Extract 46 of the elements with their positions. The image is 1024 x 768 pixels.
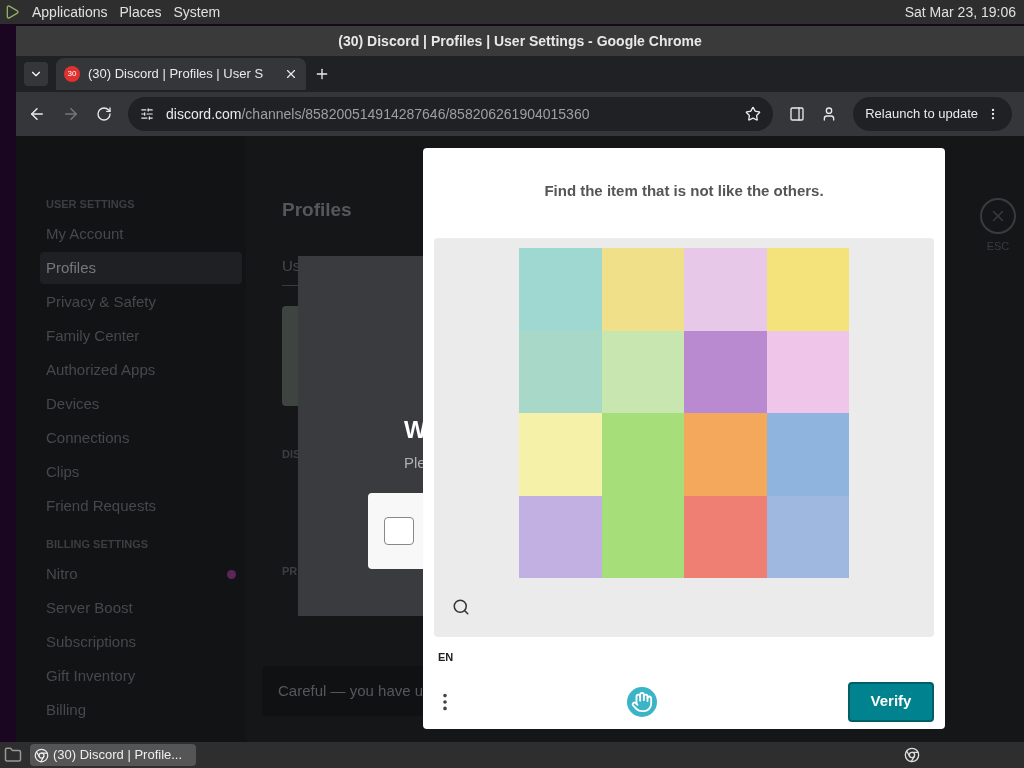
bookmark-star-icon[interactable] [745,106,762,122]
browser-tab[interactable]: 30 (30) Discord | Profiles | User S [56,58,306,90]
site-settings-icon[interactable] [140,107,154,121]
window-title: (30) Discord | Profiles | User Settings - Google Chrome [338,31,702,51]
clock: Sat Mar 23, 19:06 [904,2,1017,22]
panel-menu[interactable]: Places [119,1,162,23]
zoom-icon[interactable] [452,598,470,616]
language-selector[interactable]: EN [438,649,934,666]
menu-logo-icon[interactable] [4,4,20,20]
back-icon[interactable] [28,105,46,123]
show-desktop-icon[interactable] [4,746,22,764]
panel-menu[interactable]: Applications [32,1,108,23]
url-text: discord.com/channels/858200514914287646/858206261904015360 [166,104,591,124]
sidebar-item[interactable]: Clips [40,456,242,488]
sidebar-item[interactable]: Friend Requests [40,490,242,522]
sidebar-item[interactable]: Privacy & Safety [40,286,242,318]
sidebar-item[interactable]: My Account [40,218,242,250]
sidebar-item[interactable]: Connections [40,422,242,454]
forward-icon[interactable] [62,105,80,123]
address-field[interactable]: discord.com/channels/858200514914287646/858206261904015360 [128,97,774,131]
sidebar-item[interactable]: Devices [40,388,242,420]
reload-icon[interactable] [96,106,112,122]
sidebar-item[interactable]: Authorized Apps [40,354,242,386]
relaunch-button[interactable]: Relaunch to update [853,97,1012,131]
panel-menu[interactable]: System [173,1,221,23]
browser-icon [34,747,49,763]
side-panel-icon[interactable] [789,106,806,122]
hand-logo-icon [627,686,657,717]
page-heading: Profiles [282,198,352,222]
sidebar-item[interactable]: Server Boost [40,592,242,624]
captcha-prompt: Find the item that is not like the others. [543,181,825,201]
sidebar-item[interactable]: Family Center [40,320,242,352]
tab-label: (30) Discord | Profiles | User S [88,65,265,84]
sidebar-item[interactable]: Nitro [40,558,242,590]
browser-tray-icon[interactable] [904,747,920,763]
tab-list-button[interactable] [24,62,48,86]
sidebar-item[interactable]: Profiles [40,252,242,284]
close-icon[interactable] [284,67,298,81]
new-tab-icon[interactable] [314,66,330,82]
sidebar-item[interactable]: Gift Inventory [40,660,242,692]
checkbox[interactable] [384,516,414,545]
taskbar-task[interactable]: (30) Discord | Profile... [30,744,196,766]
sidebar-item[interactable]: Subscriptions [40,626,242,658]
tab-badge: 30 [64,66,80,82]
verify-button[interactable]: Verify [848,681,934,722]
sidebar-item[interactable]: Billing [40,694,242,726]
